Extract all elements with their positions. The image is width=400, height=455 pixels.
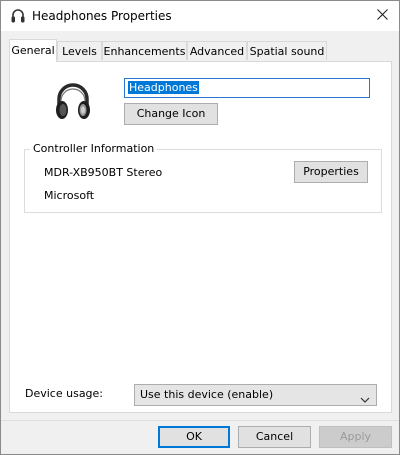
controller-info-legend: Controller Information [30,142,158,156]
ok-button[interactable]: OK [158,426,230,448]
tab-general[interactable]: General [9,39,57,62]
change-icon-button[interactable]: Change Icon [124,103,218,125]
controller-name: MDR-XB950BT Stereo [44,166,163,179]
device-name-text: Headphones [128,81,199,94]
controller-properties-button[interactable]: Properties [294,161,368,183]
cancel-button[interactable]: Cancel [238,426,311,448]
tab-levels[interactable]: Levels [57,41,102,60]
general-panel: Headphones Change Icon Controller Inform… [9,61,392,413]
tab-advanced[interactable]: Advanced [187,41,247,60]
device-name-field[interactable]: Headphones [124,78,370,98]
controller-manufacturer: Microsoft [44,189,95,202]
headphones-icon [10,8,26,24]
apply-button[interactable]: Apply [319,426,392,448]
device-usage-select[interactable]: Use this device (enable) [134,384,377,406]
tab-strip: General Levels Enhancements Advanced Spa… [9,39,393,62]
device-usage-label: Device usage: [25,387,104,400]
headphones-icon [52,80,94,122]
chevron-down-icon [360,391,370,403]
tab-enhancements[interactable]: Enhancements [102,41,187,60]
title-bar: Headphones Properties [1,1,399,31]
window-title: Headphones Properties [32,9,172,23]
properties-dialog: Headphones Properties General Levels Enh… [0,0,400,455]
close-icon [376,9,388,23]
close-button[interactable] [365,1,399,31]
device-usage-value: Use this device (enable) [140,388,274,401]
footer-divider [1,420,399,421]
tab-spatial-sound[interactable]: Spatial sound [247,41,327,60]
